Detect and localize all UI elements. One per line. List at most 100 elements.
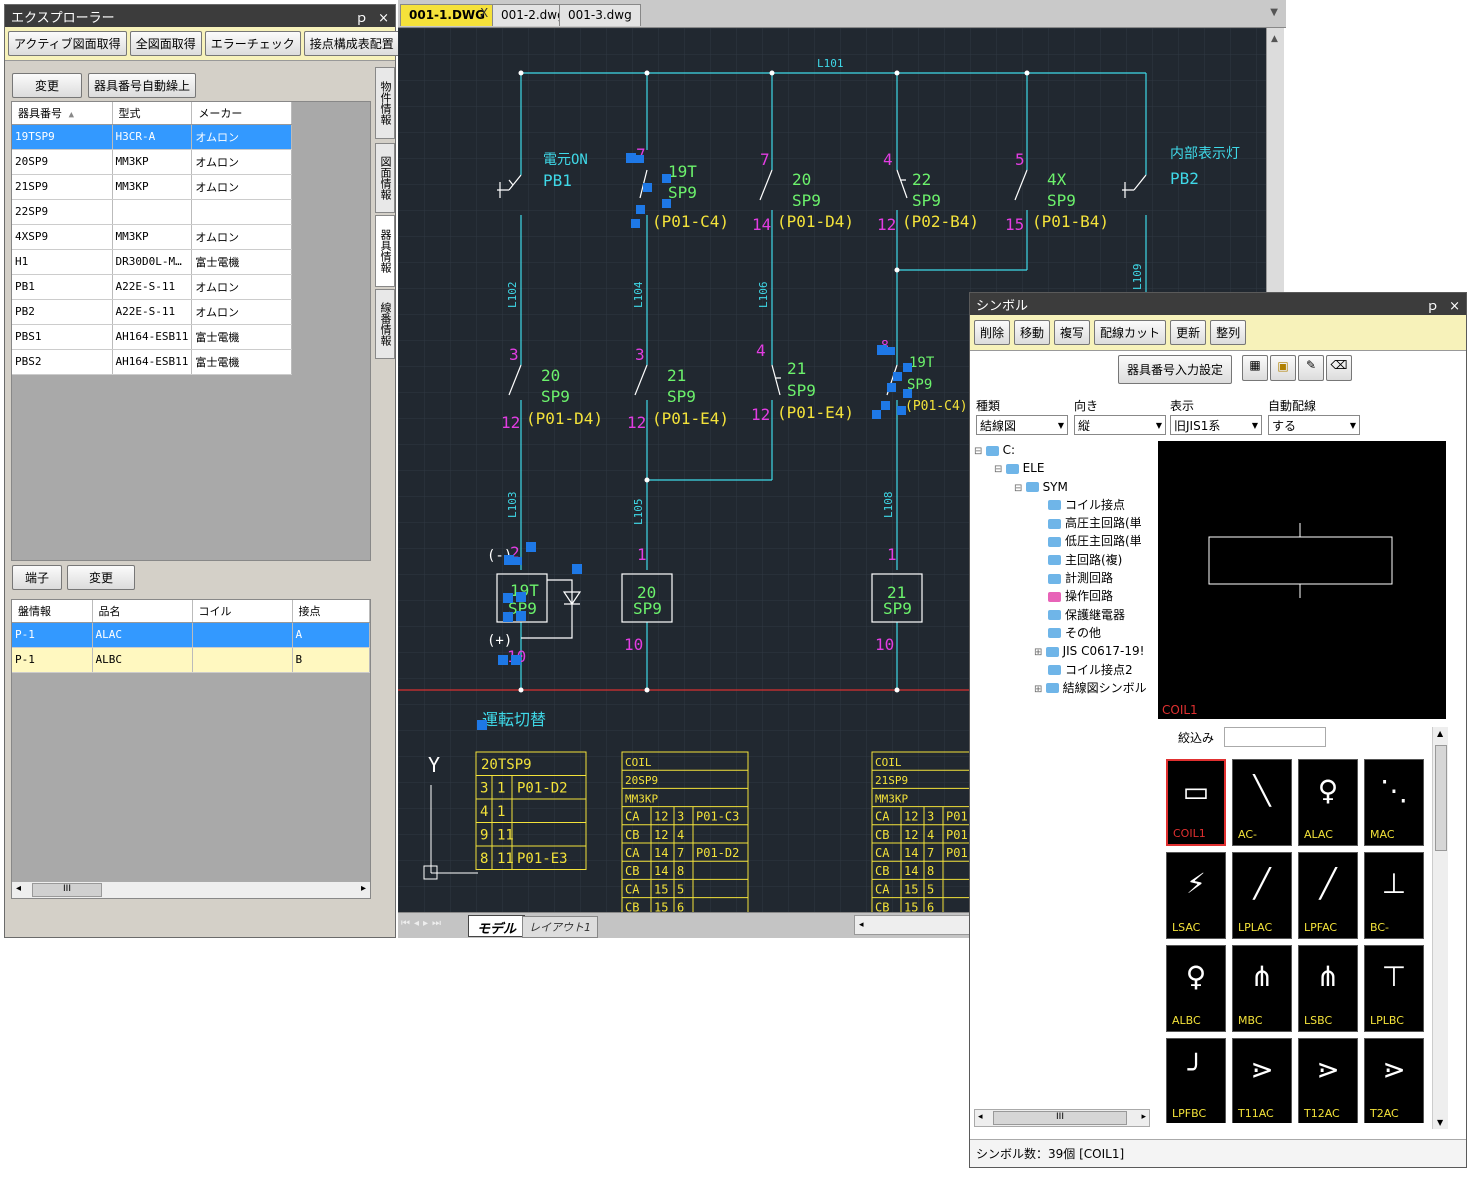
tree-item[interactable]: ⊟ SYM xyxy=(974,478,1156,496)
table-row[interactable]: 20SP9 MM3KP オムロン xyxy=(12,149,292,175)
eraser-icon[interactable]: ⌫ xyxy=(1326,355,1352,381)
collapse-icon[interactable]: ⊟ xyxy=(994,464,1006,475)
col-coil[interactable]: コイル xyxy=(192,600,293,623)
expand-icon[interactable]: ⊞ xyxy=(1034,647,1046,658)
table-row[interactable]: PBS1 AH164-ESB11 富士電機 xyxy=(12,324,292,350)
tab-property-info[interactable]: 物件情報 xyxy=(375,67,395,139)
change-button-2[interactable]: 変更 xyxy=(67,565,135,590)
table-row[interactable]: 4XSP9 MM3KP オムロン xyxy=(12,224,292,250)
scroll-left-icon[interactable]: ◂ xyxy=(16,883,21,894)
table-row[interactable]: 19TSP9 H3CR-A オムロン xyxy=(12,124,292,150)
tree-item[interactable]: 高圧主回路(単 xyxy=(974,514,1156,532)
symbol-tile[interactable]: ⋱ MAC xyxy=(1364,759,1424,846)
col-contact[interactable]: 接点 xyxy=(292,600,370,623)
tree-item[interactable]: 保護継電器 xyxy=(974,606,1156,624)
col-panel[interactable]: 盤情報 xyxy=(12,600,93,623)
direction-select[interactable]: 縦 ▼ xyxy=(1074,415,1166,435)
tree-item[interactable]: 低圧主回路(単 xyxy=(974,532,1156,550)
tab-device-info[interactable]: 器具情報 xyxy=(375,215,395,287)
symbol-tile[interactable]: ⋔ LSBC xyxy=(1298,945,1358,1032)
error-check-button[interactable]: エラーチェック xyxy=(204,31,301,56)
get-all-drawings-button[interactable]: 全図面取得 xyxy=(129,31,202,56)
symbol-tile[interactable]: ╯ LPFBC xyxy=(1166,1038,1226,1123)
move-button[interactable]: 移動 xyxy=(1014,320,1051,345)
tree-item[interactable]: ⊟ ELE xyxy=(974,459,1156,477)
tab-drawing-info[interactable]: 図面情報 xyxy=(375,143,395,213)
col-maker[interactable]: メーカー xyxy=(191,102,292,125)
tree-item[interactable]: ⊞ JIS C0617-19! xyxy=(974,642,1156,660)
contact-hscroll[interactable]: ◂ III ▸ xyxy=(12,881,370,898)
symbol-tile[interactable]: ♀ ALBC xyxy=(1166,945,1226,1032)
copy-button[interactable]: 複写 xyxy=(1054,320,1091,345)
table-row[interactable]: PB1 A22E-S-11 オムロン xyxy=(12,274,292,300)
tab-close-icon[interactable]: X xyxy=(480,6,488,20)
pin-icon[interactable]: ｐ xyxy=(355,11,368,26)
table-row[interactable]: PB2 A22E-S-11 オムロン xyxy=(12,299,292,325)
folder-icon[interactable]: ▣ xyxy=(1270,355,1296,381)
wire-cut-button[interactable]: 配線カット xyxy=(1094,320,1167,345)
symbol-tile[interactable]: ╱ LPLAC xyxy=(1232,852,1292,939)
collapse-icon[interactable]: ⊟ xyxy=(1014,483,1026,494)
table-row[interactable]: P-1 ALBC B xyxy=(12,647,370,673)
auto-wire-select[interactable]: する ▼ xyxy=(1268,415,1360,435)
scroll-thumb[interactable] xyxy=(1435,745,1447,851)
place-contact-table-button[interactable]: 接点構成表配置 xyxy=(303,31,400,56)
symbol-tile[interactable]: ⋗ T12AC xyxy=(1298,1038,1358,1123)
filter-input[interactable] xyxy=(1224,727,1326,747)
collapse-icon[interactable]: ⊟ xyxy=(974,446,986,457)
tree-item[interactable]: コイル接点2 xyxy=(974,661,1156,679)
tree-item[interactable]: ⊟ C: xyxy=(974,441,1156,459)
grid-icon[interactable]: ▦ xyxy=(1242,355,1268,381)
symbol-tile[interactable]: ⊤ LPLBC xyxy=(1364,945,1424,1032)
close-icon[interactable]: × xyxy=(1449,299,1460,314)
tree-item[interactable]: 計測回路 xyxy=(974,569,1156,587)
col-model[interactable]: 型式 xyxy=(112,102,193,125)
tree-hscroll[interactable]: ◂ III ▸ xyxy=(974,1109,1150,1127)
tree-item[interactable]: ⊞ 結線図シンボル xyxy=(974,679,1156,697)
tab-list-icon[interactable]: ▼ xyxy=(1270,7,1278,18)
pin-icon[interactable]: ｐ xyxy=(1426,299,1439,314)
close-icon[interactable]: × xyxy=(378,11,389,26)
scroll-thumb[interactable]: III xyxy=(32,883,102,897)
table-row[interactable]: P-1 ALAC A xyxy=(12,622,370,648)
tab-wire-info[interactable]: 線番情報 xyxy=(375,289,395,359)
tab-001-3[interactable]: 001-3.dwg xyxy=(559,4,641,26)
scroll-right-icon[interactable]: ▸ xyxy=(361,883,366,894)
symbol-tile[interactable]: ⚡ LSAC xyxy=(1166,852,1226,939)
tab-layout1[interactable]: レイアウト1 xyxy=(522,916,598,938)
pencil-icon[interactable]: ✎ xyxy=(1298,355,1324,381)
expand-icon[interactable]: ⊞ xyxy=(1034,684,1046,695)
tree-item[interactable]: 操作回路 xyxy=(974,587,1156,605)
table-row[interactable]: 21SP9 MM3KP オムロン xyxy=(12,174,292,200)
symbol-tile[interactable]: ╱ LPFAC xyxy=(1298,852,1358,939)
refresh-button[interactable]: 更新 xyxy=(1170,320,1207,345)
layout-nav-icons[interactable]: ⏮◂▸⏭ xyxy=(401,918,445,929)
get-active-drawing-button[interactable]: アクティブ図面取得 xyxy=(8,31,127,56)
gallery-vscroll[interactable]: ▲ ▼ xyxy=(1432,727,1448,1129)
symbol-tile[interactable]: ╲ AC- xyxy=(1232,759,1292,846)
tab-model[interactable]: モデル xyxy=(468,915,526,937)
table-row[interactable]: H1 DR30D0L-M… 富士電機 xyxy=(12,249,292,275)
auto-renumber-button[interactable]: 器具番号自動繰上 xyxy=(88,73,197,98)
display-select[interactable]: 旧JIS1系 ▼ xyxy=(1170,415,1262,435)
symbol-tile[interactable]: ⋔ MBC xyxy=(1232,945,1292,1032)
symbol-tile[interactable]: ▭ COIL1 xyxy=(1166,759,1226,846)
tree-item[interactable]: その他 xyxy=(974,624,1156,642)
symbol-tile[interactable]: ♀ ALAC xyxy=(1298,759,1358,846)
type-select[interactable]: 結線図 ▼ xyxy=(976,415,1068,435)
symbol-tile[interactable]: ⊥ BC- xyxy=(1364,852,1424,939)
table-row[interactable]: 22SP9 xyxy=(12,199,292,225)
tree-item[interactable]: 主回路(複) xyxy=(974,551,1156,569)
change-button[interactable]: 変更 xyxy=(12,73,82,98)
table-row[interactable]: PBS2 AH164-ESB11 富士電機 xyxy=(12,349,292,375)
tree-item[interactable]: コイル接点 xyxy=(974,496,1156,514)
symbol-tile[interactable]: ⋗ T2AC xyxy=(1364,1038,1424,1123)
delete-button[interactable]: 削除 xyxy=(974,320,1011,345)
terminal-button[interactable]: 端子 xyxy=(12,565,62,590)
col-item-name[interactable]: 品名 xyxy=(92,600,193,623)
scroll-thumb[interactable]: III xyxy=(993,1111,1127,1125)
align-button[interactable]: 整列 xyxy=(1210,320,1247,345)
device-number-setting-button[interactable]: 器具番号入力設定 xyxy=(1118,355,1233,384)
col-device-no[interactable]: 器具番号 ▲ xyxy=(12,102,113,125)
symbol-tile[interactable]: ⋗ T11AC xyxy=(1232,1038,1292,1123)
